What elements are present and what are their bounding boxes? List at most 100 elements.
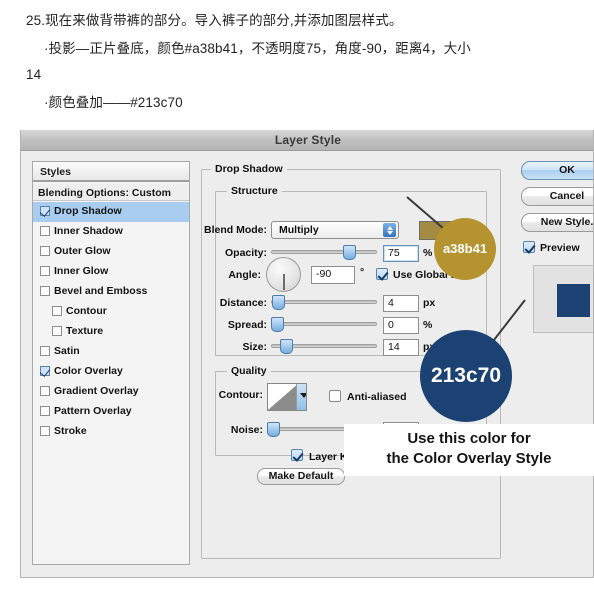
spread-slider[interactable]: [271, 317, 377, 332]
noise-slider[interactable]: [267, 422, 377, 437]
opacity-unit: %: [423, 247, 433, 259]
spread-input[interactable]: 0: [383, 317, 419, 334]
blend-mode-select[interactable]: Multiply: [271, 221, 399, 239]
noise-slider-thumb[interactable]: [267, 422, 280, 437]
sidebar-item-label: Color Overlay: [54, 365, 123, 377]
noise-input[interactable]: 0: [383, 422, 419, 439]
styles-header-label: Styles: [40, 166, 71, 178]
noise-unit: %: [423, 424, 433, 436]
make-default-button[interactable]: Make Default: [257, 468, 345, 485]
sidebar-item-pattern-overlay[interactable]: Pattern Overlay: [33, 402, 189, 422]
style-enable-checkbox[interactable]: [40, 266, 50, 276]
chevron-updown-icon: [383, 223, 396, 237]
style-enable-checkbox[interactable]: [40, 386, 50, 396]
distance-unit: px: [423, 297, 436, 309]
sidebar-item-label: Pattern Overlay: [54, 405, 132, 417]
contour-curve-icon: [268, 384, 298, 410]
contour-preview[interactable]: [267, 383, 307, 411]
style-enable-checkbox[interactable]: [52, 326, 62, 336]
cancel-button[interactable]: Cancel: [521, 187, 593, 206]
quality-groupbox: [215, 371, 487, 456]
structure-group-title: Structure: [227, 185, 282, 197]
sidebar-item-color-overlay[interactable]: Color Overlay: [33, 362, 189, 382]
blending-options-label: Blending Options: Custom: [38, 187, 171, 199]
style-enable-checkbox[interactable]: [40, 226, 50, 236]
sidebar-item-blending-options[interactable]: Blending Options: Custom: [33, 184, 189, 201]
use-global-light-label: Use Global L: [393, 269, 458, 281]
opacity-slider-thumb[interactable]: [343, 245, 356, 260]
ok-button[interactable]: OK: [521, 161, 593, 180]
blend-mode-label: Blend Mode:: [204, 224, 267, 236]
sidebar-item-label: Stroke: [54, 425, 87, 437]
tutorial-line-1: 25.现在来做背带裤的部分。导入裤子的部分,并添加图层样式。: [26, 13, 403, 28]
sidebar-item-label: Satin: [54, 345, 80, 357]
drop-shadow-group-title: Drop Shadow: [211, 163, 287, 175]
noise-label: Noise:: [230, 424, 263, 436]
style-enable-checkbox[interactable]: [40, 366, 50, 376]
sidebar-item-outer-glow[interactable]: Outer Glow: [33, 242, 189, 262]
layer-knocks-out-label: Layer Kno: [309, 451, 361, 463]
size-label: Size:: [242, 341, 267, 353]
sidebar-item-texture[interactable]: Texture: [33, 322, 189, 342]
distance-slider-thumb[interactable]: [272, 295, 285, 310]
spread-unit: %: [423, 319, 433, 331]
angle-input[interactable]: -90: [311, 266, 355, 284]
distance-input[interactable]: 4: [383, 295, 419, 312]
sidebar-item-label: Outer Glow: [54, 245, 111, 257]
style-enable-checkbox[interactable]: [40, 426, 50, 436]
styles-list-header: Styles: [33, 162, 189, 182]
sidebar-item-stroke[interactable]: Stroke: [33, 422, 189, 442]
quality-group-title: Quality: [227, 365, 271, 377]
chevron-down-icon[interactable]: [296, 384, 306, 410]
distance-label: Distance:: [219, 297, 267, 309]
size-slider[interactable]: [271, 339, 377, 354]
drop-shadow-panel: Drop Shadow Structure Blend Mode: Multip…: [201, 161, 511, 565]
sidebar-item-inner-glow[interactable]: Inner Glow: [33, 262, 189, 282]
sidebar-item-label: Gradient Overlay: [54, 385, 139, 397]
sidebar-item-inner-shadow[interactable]: Inner Shadow: [33, 222, 189, 242]
dialog-titlebar[interactable]: Layer Style: [21, 130, 593, 151]
angle-unit: °: [360, 266, 365, 278]
sidebar-item-contour[interactable]: Contour: [33, 302, 189, 322]
new-style-button[interactable]: New Style.: [521, 213, 593, 232]
layer-knocks-out-checkbox[interactable]: [291, 449, 303, 461]
tutorial-text-block: 25.现在来做背带裤的部分。导入裤子的部分,并添加图层样式。 ·投影—正片叠底，…: [0, 0, 594, 128]
size-input[interactable]: 14: [383, 339, 419, 356]
tutorial-line-4: ·颜色叠加——#213c70: [44, 95, 183, 110]
sidebar-item-label: Drop Shadow: [54, 205, 122, 217]
style-enable-checkbox[interactable]: [40, 346, 50, 356]
sidebar-item-label: Bevel and Emboss: [54, 285, 148, 297]
sidebar-item-label: Contour: [66, 305, 107, 317]
preview-checkbox[interactable]: [523, 241, 535, 253]
layer-style-dialog: Layer Style Styles Blending Options: Cus…: [20, 130, 594, 578]
sidebar-item-bevel-and-emboss[interactable]: Bevel and Emboss: [33, 282, 189, 302]
spread-label: Spread:: [227, 319, 267, 331]
opacity-input[interactable]: 75: [383, 245, 419, 262]
style-enable-checkbox[interactable]: [40, 286, 50, 296]
style-enable-checkbox[interactable]: [52, 306, 62, 316]
distance-slider[interactable]: [271, 295, 377, 310]
anti-aliased-checkbox[interactable]: [329, 390, 341, 402]
spread-slider-thumb[interactable]: [271, 317, 284, 332]
distance-slider-track: [271, 300, 377, 304]
blend-mode-value: Multiply: [279, 224, 319, 236]
tutorial-line-3: 14: [26, 67, 42, 82]
style-enable-checkbox[interactable]: [40, 206, 50, 216]
sidebar-item-label: Inner Shadow: [54, 225, 123, 237]
anti-aliased-label: Anti-aliased: [347, 391, 407, 403]
dialog-title: Layer Style: [274, 133, 342, 147]
size-slider-thumb[interactable]: [280, 339, 293, 354]
style-enable-checkbox[interactable]: [40, 406, 50, 416]
style-enable-checkbox[interactable]: [40, 246, 50, 256]
styles-list-panel: Styles Blending Options: Custom Drop Sha…: [32, 161, 190, 565]
spread-slider-track: [271, 322, 377, 326]
sidebar-item-drop-shadow[interactable]: Drop Shadow: [33, 202, 189, 222]
preview-thumbnail-frame: [533, 265, 593, 333]
sidebar-item-gradient-overlay[interactable]: Gradient Overlay: [33, 382, 189, 402]
sidebar-item-satin[interactable]: Satin: [33, 342, 189, 362]
angle-dial[interactable]: [266, 257, 301, 292]
shadow-color-swatch[interactable]: [419, 221, 461, 240]
dialog-button-column: OK Cancel New Style. Preview: [519, 161, 593, 565]
sidebar-item-label: Inner Glow: [54, 265, 109, 277]
use-global-light-checkbox[interactable]: [376, 268, 388, 280]
